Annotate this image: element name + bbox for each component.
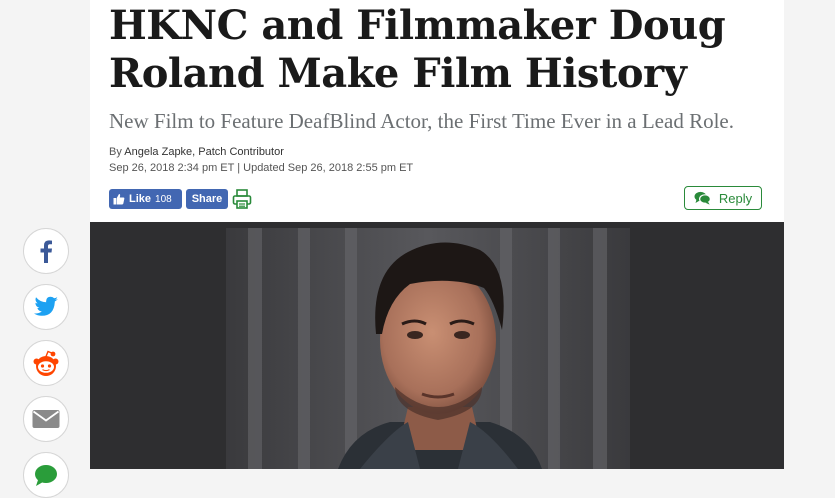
comment-bubbles-icon (694, 191, 711, 205)
facebook-share-button[interactable]: Share (186, 189, 228, 209)
author-link[interactable]: Angela Zapke, Patch Contributor (124, 146, 284, 158)
byline-prefix: By (109, 146, 122, 158)
byline: By Angela Zapke, Patch Contributor (109, 145, 284, 160)
facebook-icon (40, 240, 52, 263)
reply-label: Reply (718, 190, 753, 206)
printer-icon (232, 189, 252, 209)
like-count: 108 (155, 193, 172, 205)
like-label: Like (129, 193, 152, 205)
share-twitter-button[interactable] (23, 284, 69, 330)
portrait-image (90, 222, 784, 469)
facebook-like-button[interactable]: Like 108 (109, 189, 182, 209)
reply-button[interactable]: Reply (684, 186, 762, 210)
publish-dates: Sep 26, 2018 2:34 pm ET | Updated Sep 26… (109, 162, 414, 174)
article-subhead: New Film to Feature DeafBlind Actor, the… (109, 109, 734, 133)
reddit-icon (33, 350, 59, 376)
share-email-button[interactable] (23, 396, 69, 442)
twitter-icon (34, 296, 58, 316)
article-card: HKNC and Filmmaker Doug Roland Make Film… (90, 0, 784, 469)
share-reddit-button[interactable] (23, 340, 69, 386)
share-facebook-button[interactable] (23, 228, 69, 274)
share-message-button[interactable] (23, 452, 69, 498)
message-icon (35, 465, 57, 486)
article-photo (90, 222, 784, 469)
print-button[interactable] (232, 188, 252, 210)
email-icon (32, 410, 60, 428)
thumbs-up-icon (113, 194, 125, 205)
article-headline: HKNC and Filmmaker Doug Roland Make Film… (109, 2, 726, 97)
